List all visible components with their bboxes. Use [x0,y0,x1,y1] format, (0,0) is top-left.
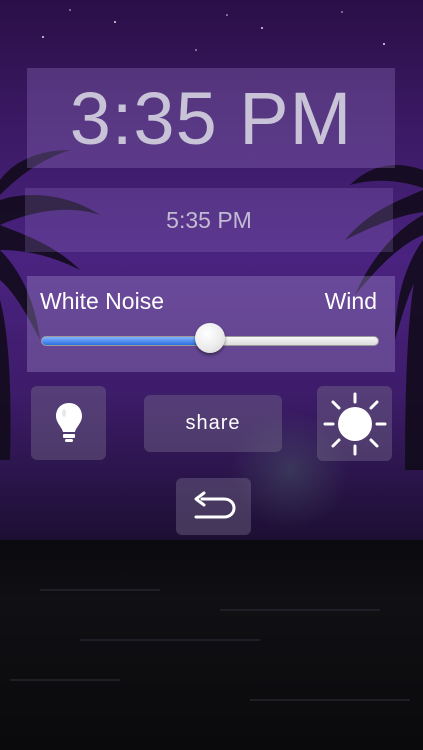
sound-left-label: White Noise [40,288,164,314]
light-button[interactable] [31,386,106,460]
brightness-sun-icon [323,392,386,455]
alarm-time-button[interactable]: 5:35 PM [25,188,393,252]
share-button-label: share [185,412,241,434]
sound-right-label: Wind [324,288,377,314]
back-button[interactable] [176,478,251,535]
water-reflections [10,589,410,701]
brightness-button[interactable] [317,386,392,461]
alarm-time-text: 5:35 PM [166,206,252,233]
light-bulb-icon [55,403,82,442]
sound-mixer-panel: White Noise Wind [27,276,395,372]
back-arrow-icon [194,491,236,518]
sound-mix-slider-thumb[interactable] [195,323,225,353]
share-button[interactable]: share [144,395,282,452]
sound-mix-slider-fill [42,337,211,345]
current-time-text: 3:35 PM [69,76,353,160]
stars [42,9,385,51]
current-time-display: 3:35 PM [27,68,395,168]
